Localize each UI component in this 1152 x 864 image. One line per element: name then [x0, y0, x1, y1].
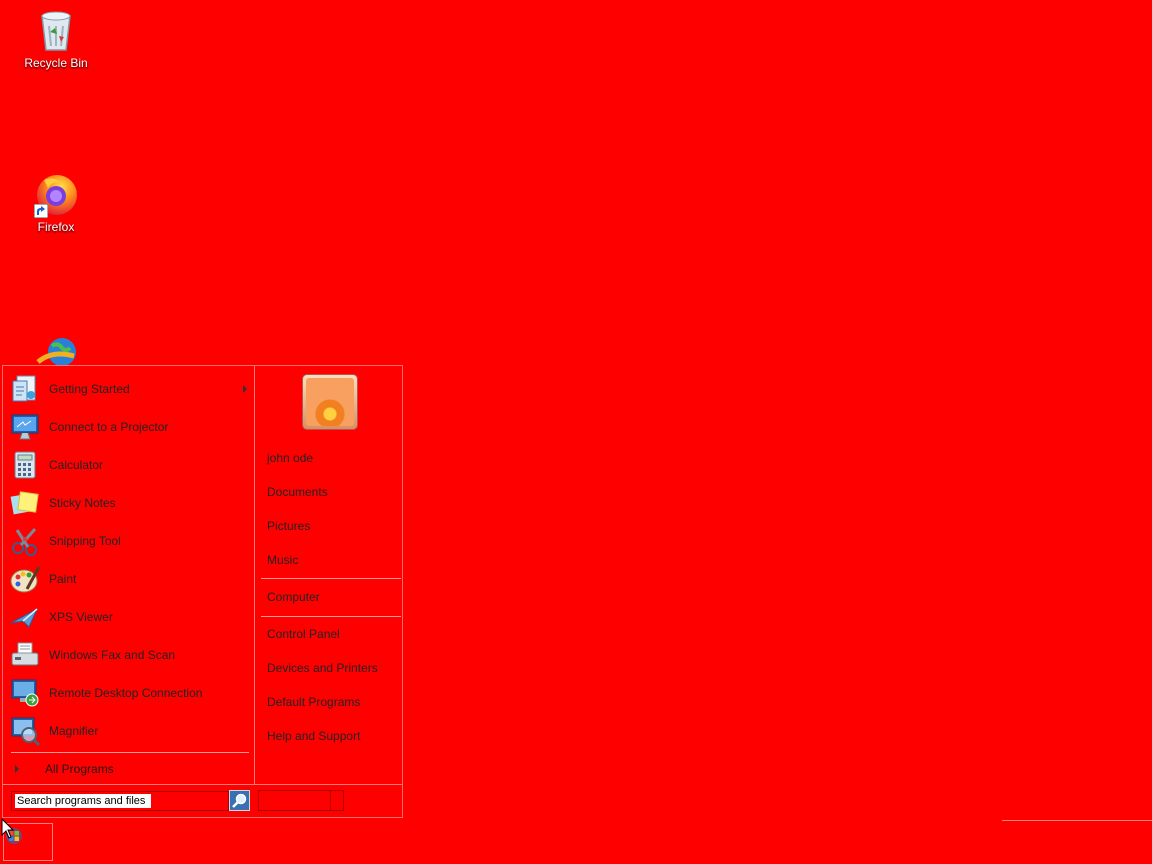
program-windows-fax-scan[interactable]: Windows Fax and Scan — [9, 637, 253, 673]
program-getting-started[interactable]: Getting Started — [9, 371, 253, 407]
place-music[interactable]: Music — [267, 551, 298, 569]
shortcut-arrow-icon — [34, 204, 48, 218]
programs-pane: Getting Started Connect to a Projector C… — [3, 366, 255, 784]
program-magnifier[interactable]: Magnifier — [9, 713, 253, 749]
program-label: Calculator — [49, 458, 104, 472]
place-default-programs[interactable]: Default Programs — [267, 693, 360, 711]
places-divider — [261, 578, 401, 579]
program-connect-projector[interactable]: Connect to a Projector — [9, 409, 253, 445]
program-label: Getting Started — [49, 382, 130, 396]
program-label: Paint — [49, 572, 77, 586]
mouse-cursor-icon — [1, 818, 15, 839]
program-paint[interactable]: Paint — [9, 561, 253, 597]
firefox-icon — [32, 170, 80, 218]
program-label: Magnifier — [49, 724, 99, 738]
recycle-bin-icon — [32, 6, 80, 54]
places-pane: john ode Documents Pictures Music Comput… — [255, 366, 402, 784]
program-label: Remote Desktop Connection — [49, 686, 203, 700]
start-menu-footer — [3, 784, 402, 817]
shutdown-button[interactable] — [258, 790, 344, 811]
calculator-icon — [14, 451, 36, 479]
remote-desktop-icon — [11, 679, 39, 707]
place-documents[interactable]: Documents — [267, 483, 328, 501]
place-pictures[interactable]: Pictures — [267, 517, 310, 535]
program-remote-desktop[interactable]: Remote Desktop Connection — [9, 675, 253, 711]
place-devices-printers[interactable]: Devices and Printers — [267, 659, 378, 677]
search-icon — [232, 793, 247, 808]
search-input[interactable] — [15, 794, 151, 808]
all-programs-label: All Programs — [45, 762, 114, 776]
sticky-notes-icon — [10, 491, 39, 515]
place-help-support[interactable]: Help and Support — [267, 727, 360, 745]
magnifier-icon — [11, 717, 41, 747]
program-label: Connect to a Projector — [49, 420, 169, 434]
programs-divider — [11, 752, 249, 753]
desktop-icon-firefox[interactable]: Firefox — [16, 170, 96, 234]
place-control-panel[interactable]: Control Panel — [267, 625, 340, 643]
program-label: Windows Fax and Scan — [49, 648, 176, 662]
program-xps-viewer[interactable]: XPS Viewer — [9, 599, 253, 635]
expand-arrow-icon — [15, 765, 19, 773]
submenu-arrow-icon — [243, 385, 247, 393]
place-computer[interactable]: Computer — [267, 588, 320, 606]
fax-scan-icon — [11, 642, 39, 666]
user-avatar[interactable] — [302, 374, 358, 430]
paint-icon — [10, 566, 41, 593]
places-divider — [261, 616, 401, 617]
program-label: Snipping Tool — [49, 534, 121, 548]
program-label: Sticky Notes — [49, 496, 116, 510]
getting-started-icon — [12, 375, 36, 402]
program-label: XPS Viewer — [49, 610, 113, 624]
search-box — [11, 791, 229, 811]
shutdown-options-divider — [330, 791, 331, 810]
all-programs-button[interactable]: All Programs — [11, 760, 251, 778]
program-sticky-notes[interactable]: Sticky Notes — [9, 485, 253, 521]
firefox-label: Firefox — [37, 220, 75, 234]
taskbar-edge — [1002, 820, 1152, 821]
xps-viewer-icon — [10, 607, 39, 628]
search-button[interactable] — [229, 790, 250, 811]
recycle-bin-label: Recycle Bin — [24, 56, 88, 70]
program-calculator[interactable]: Calculator — [9, 447, 253, 483]
start-menu: Getting Started Connect to a Projector C… — [2, 365, 403, 818]
desktop-icon-recycle-bin[interactable]: Recycle Bin — [16, 6, 96, 70]
flower-avatar-image — [306, 378, 354, 426]
projector-icon — [11, 414, 39, 440]
place-user-folder[interactable]: john ode — [267, 449, 313, 467]
program-snipping-tool[interactable]: Snipping Tool — [9, 523, 253, 559]
snipping-tool-icon — [12, 528, 37, 556]
